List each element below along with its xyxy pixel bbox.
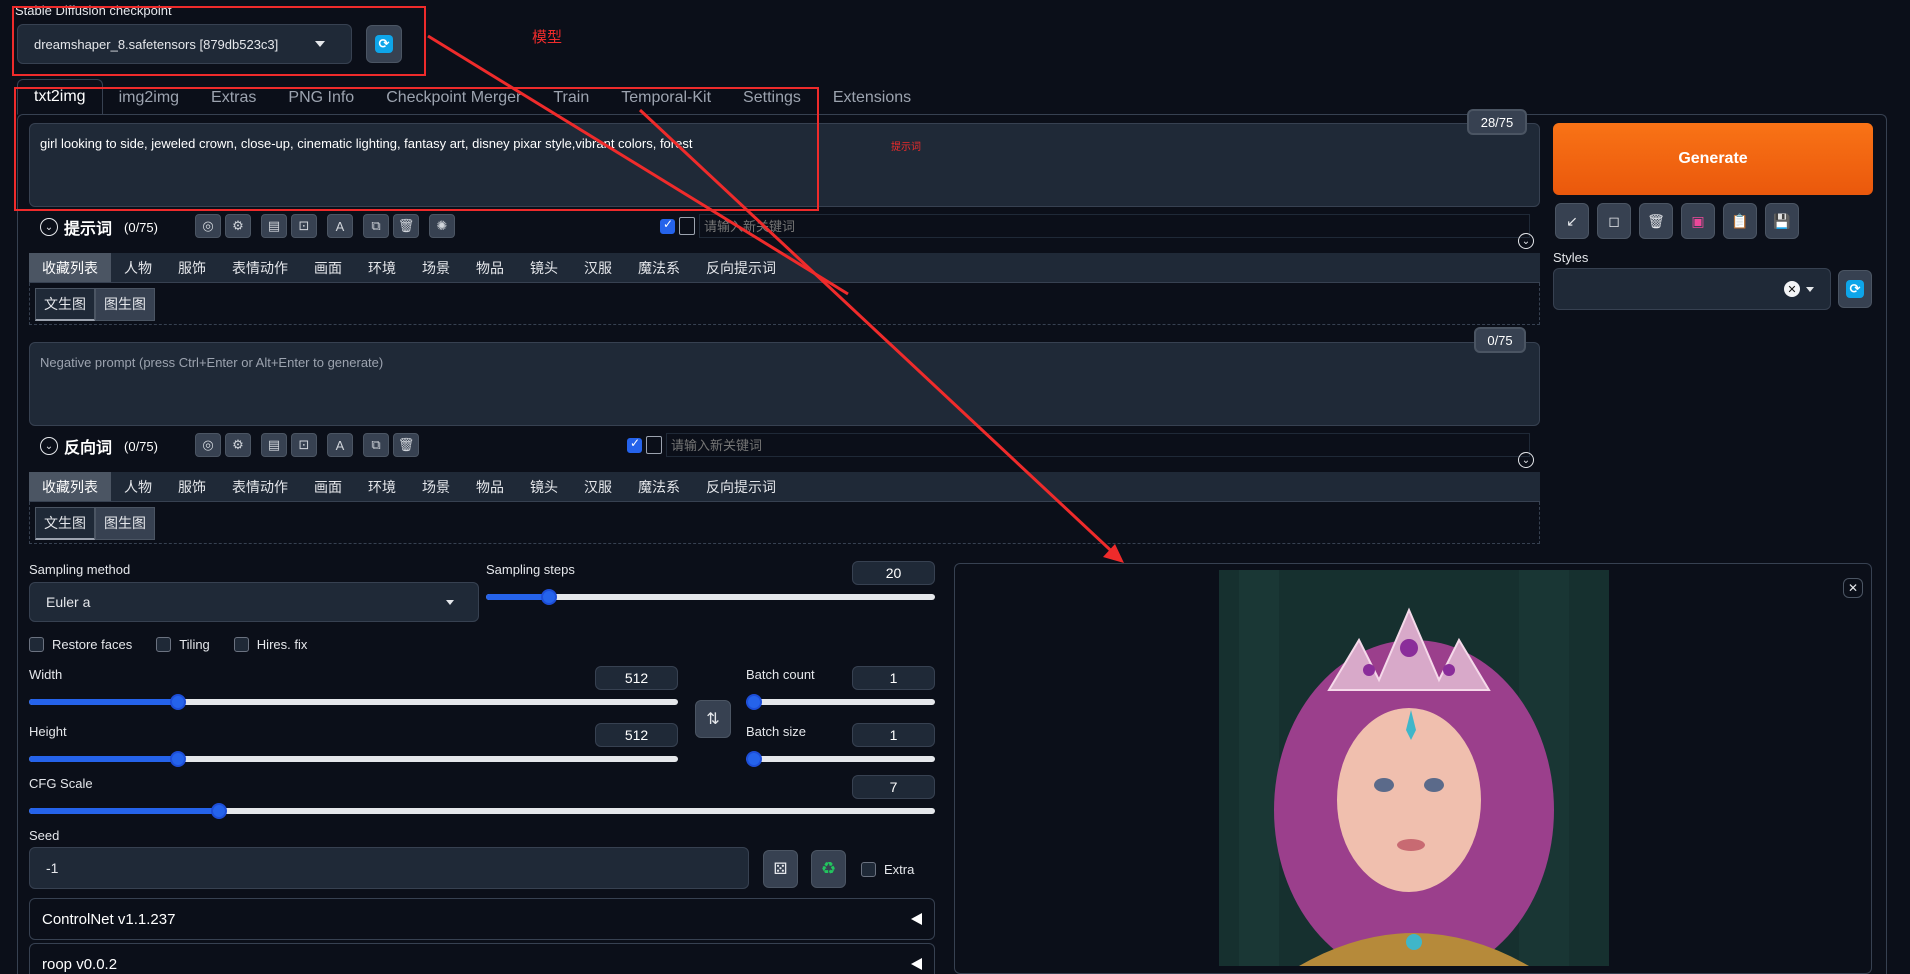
annotation-arrow-image: [638, 108, 1123, 562]
annotation-arrow-model: [427, 34, 849, 296]
annotation-arrows: [427, 34, 1124, 563]
